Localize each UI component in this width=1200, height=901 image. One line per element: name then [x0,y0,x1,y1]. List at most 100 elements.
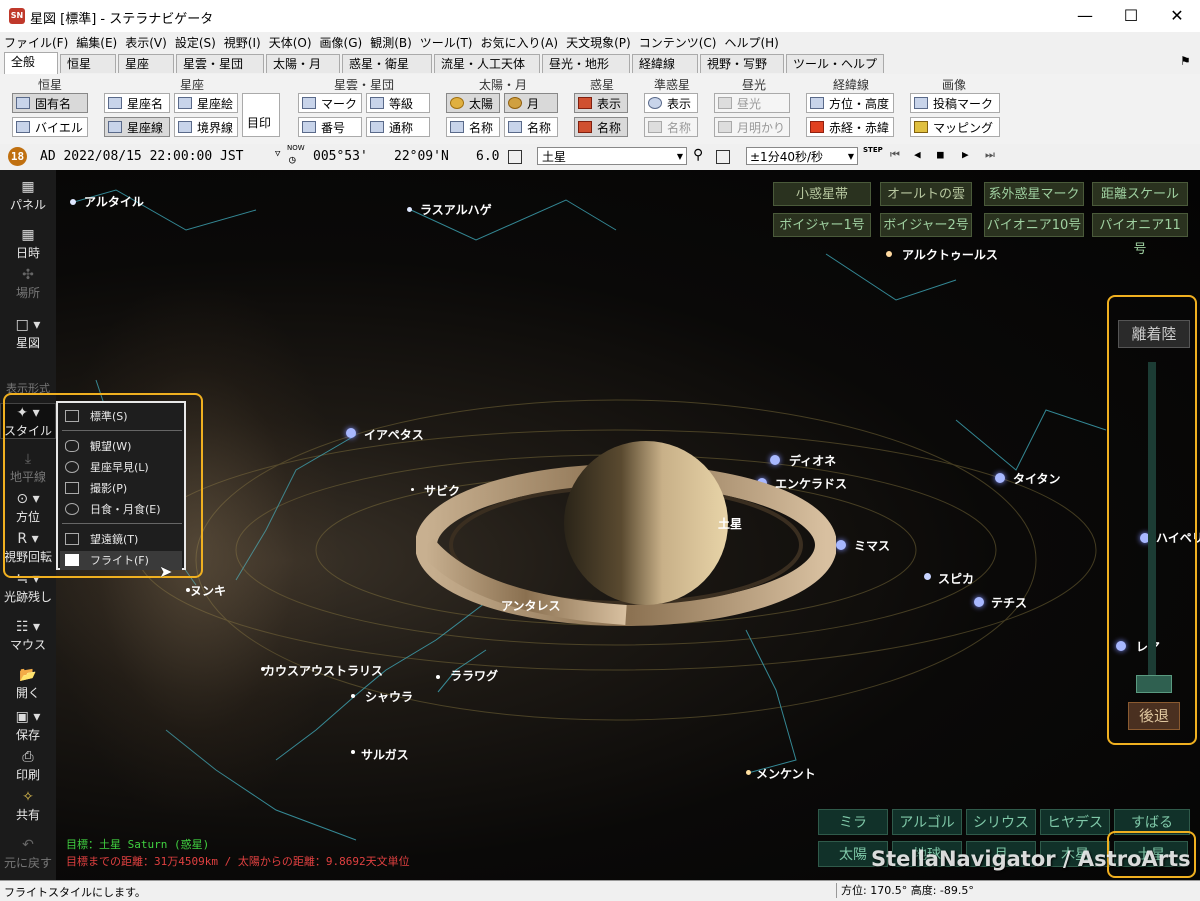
tab-constellations[interactable]: 星座 [118,54,174,73]
star-lalawag[interactable] [436,675,440,679]
planet-name-button[interactable]: 名称 [574,117,628,137]
menu-phenomena[interactable]: 天文現象(P) [562,32,635,53]
tab-meteors[interactable]: 流星・人工天体 [434,54,540,73]
target-select[interactable]: 土星 ▼ [537,147,687,165]
menu-tools[interactable]: ツール(T) [416,32,477,53]
star-arcturus[interactable] [886,251,892,257]
voyager2-button[interactable]: ボイジャー2号 [880,213,972,237]
minimize-icon[interactable]: — [1062,0,1108,32]
moon-titan[interactable] [995,473,1005,483]
star-shaula[interactable] [351,694,355,698]
menu-fov[interactable]: 視野(I) [220,32,265,53]
tab-tools[interactable]: ツール・ヘルプ [786,54,884,73]
ra-dec-button[interactable]: 赤経・赤緯 [806,117,894,137]
moon-iapetus[interactable] [346,428,356,438]
longitude-display[interactable]: 005°53' [313,149,368,164]
tab-grid[interactable]: 経緯線 [632,54,698,73]
play-icon[interactable]: ▶ [962,148,969,161]
style-telescope-item[interactable]: 望遠鏡(T) [60,530,182,549]
quick-hyades-button[interactable]: ヒヤデス [1040,809,1110,835]
dwarf-show-button[interactable]: 表示 [644,93,698,113]
proper-name-button[interactable]: 固有名 [12,93,88,113]
style-eclipse-item[interactable]: 日食・月食(E) [60,500,182,519]
common-name-button[interactable]: 通称 [366,117,430,137]
boundary-button[interactable]: 境界線 [174,117,238,137]
star-rasalhague[interactable] [407,207,412,212]
tab-general[interactable]: 全般 [4,52,58,74]
time-step-select[interactable]: ±1分40秒/秒 ▼ [746,147,858,165]
panel-button[interactable]: ▦ パネル [0,178,56,213]
menu-help[interactable]: ヘルプ(H) [720,32,782,53]
takeoff-landing-button[interactable]: 離着陸 [1118,320,1190,348]
voyager1-button[interactable]: ボイジャー1号 [773,213,871,237]
moon-mimas[interactable] [836,540,846,550]
post-mark-button[interactable]: 投稿マーク [910,93,1000,113]
menu-contents[interactable]: コンテンツ(C) [635,32,721,53]
now-label[interactable]: NOW [287,144,305,152]
nebula-mark-button[interactable]: マーク [298,93,362,113]
quick-mira-button[interactable]: ミラ [818,809,888,835]
tab-fov[interactable]: 視野・写野 [700,54,784,73]
saturn-planet[interactable] [416,435,836,645]
latitude-display[interactable]: 22°09'N [394,149,449,164]
now-clock-icon[interactable]: ◷ [289,153,296,166]
close-icon[interactable]: ✕ [1154,0,1200,32]
tab-planets[interactable]: 惑星・衛星 [342,54,432,73]
maximize-icon[interactable]: ☐ [1108,0,1154,32]
number-button[interactable]: 番号 [298,117,362,137]
menu-favorites[interactable]: お気に入り(A) [477,32,563,53]
constellation-art-button[interactable]: 星座絵 [174,93,238,113]
azimuth-altitude-button[interactable]: 方位・高度 [806,93,894,113]
menu-image[interactable]: 画像(G) [316,32,367,53]
datetime-dropdown-icon[interactable]: ▽ [275,149,280,159]
quick-algol-button[interactable]: アルゴル [892,809,962,835]
skip-back-icon[interactable]: ⏮ [890,148,900,162]
pioneer11-button[interactable]: パイオニア11号 [1092,213,1188,257]
exoplanet-mark-button[interactable]: 系外惑星マーク [984,182,1084,206]
menu-observe[interactable]: 観測(B) [366,32,416,53]
star-altair[interactable] [70,199,76,205]
star-spica[interactable] [924,573,931,580]
distance-scale-button[interactable]: 距離スケール [1092,182,1188,206]
datetime-button[interactable]: ▦ 日時 [0,226,56,261]
menu-file[interactable]: ファイル(F) [0,32,72,53]
menu-view[interactable]: 表示(V) [121,32,171,53]
moon-button[interactable]: 月 [504,93,558,113]
sun-name-button[interactable]: 名称 [446,117,500,137]
print-button[interactable]: ⎙ 印刷 [0,748,56,783]
open-button[interactable]: 📂 開く [0,666,56,701]
magnitude-button[interactable]: 等級 [366,93,430,113]
mapping-button[interactable]: マッピング [910,117,1000,137]
reverse-button[interactable]: 後退 [1128,702,1180,730]
datetime-display[interactable]: AD 2022/08/15 22:00:00 JST [40,149,244,164]
menu-objects[interactable]: 天体(O) [265,32,316,53]
pioneer10-button[interactable]: パイオニア10号 [984,213,1084,237]
stop-icon[interactable]: ■ [937,148,944,161]
tab-sun-moon[interactable]: 太陽・月 [266,54,340,73]
star-sabik[interactable] [411,488,414,491]
style-observing-item[interactable]: 観望(W) [60,437,182,456]
share-button[interactable]: ✧ 共有 [0,788,56,823]
oort-cloud-button[interactable]: オールトの雲 [880,182,972,206]
pin-icon[interactable]: ⚑ [1180,54,1191,68]
chart-button[interactable]: □ ▾ 星図 [0,316,56,351]
fov-display[interactable]: 6.0 [476,149,499,164]
star-menkent[interactable] [746,770,751,775]
keyboard-icon[interactable] [508,150,522,164]
style-planisphere-item[interactable]: 星座早見(L) [60,458,182,477]
menu-settings[interactable]: 設定(S) [171,32,220,53]
list-icon[interactable] [716,150,730,164]
search-icon[interactable]: ⚲ [693,147,703,163]
speed-slider-handle[interactable] [1136,675,1172,693]
marker-button[interactable]: 目印 [242,93,280,137]
mouse-button[interactable]: ☷ ▾ マウス [0,618,56,653]
step-back-icon[interactable]: ◀ [914,148,921,161]
constellation-line-button[interactable]: 星座線 [104,117,170,137]
style-photo-item[interactable]: 撮影(P) [60,479,182,498]
menu-edit[interactable]: 編集(E) [72,32,121,53]
planet-show-button[interactable]: 表示 [574,93,628,113]
tab-stars[interactable]: 恒星 [60,54,116,73]
skip-forward-icon[interactable]: ⏭ [985,148,995,162]
save-button[interactable]: ▣ ▾ 保存 [0,708,56,743]
step-label[interactable]: STEP [863,146,883,154]
